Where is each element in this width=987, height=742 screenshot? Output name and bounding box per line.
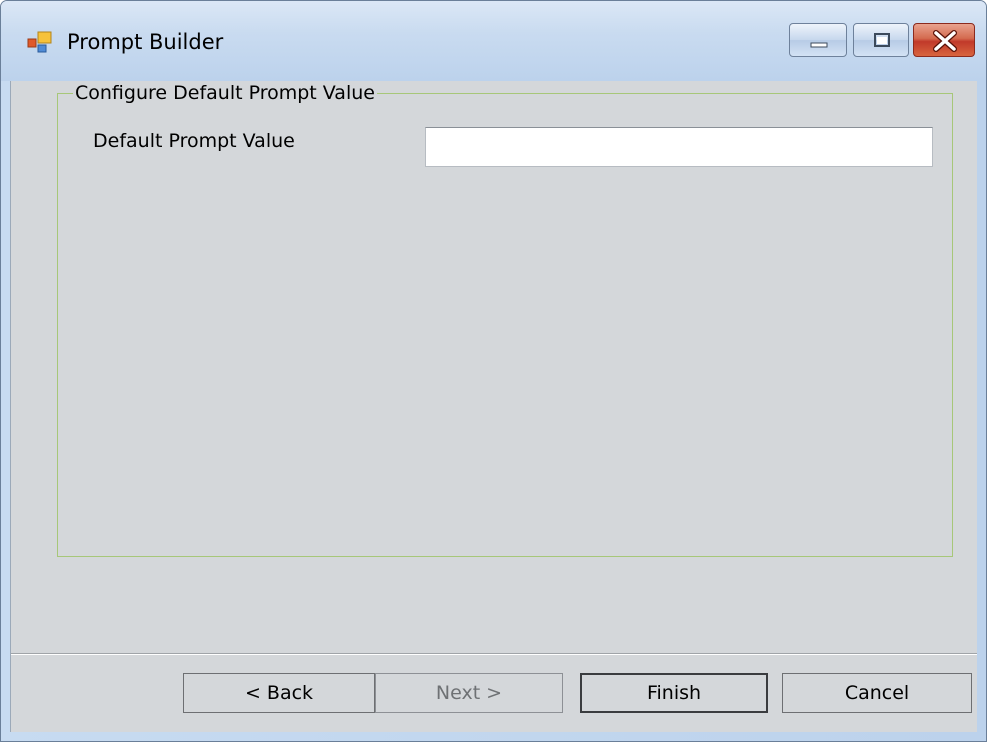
- groupbox-legend: Configure Default Prompt Value: [73, 81, 377, 105]
- app-icon: [27, 30, 53, 54]
- default-prompt-value-input[interactable]: [425, 127, 933, 167]
- cancel-button[interactable]: Cancel: [782, 673, 972, 713]
- finish-button[interactable]: Finish: [580, 673, 768, 713]
- button-separator: [11, 653, 977, 655]
- back-button[interactable]: < Back: [183, 673, 375, 713]
- close-icon: [933, 30, 957, 52]
- maximize-icon: [874, 33, 890, 47]
- prompt-builder-window: Prompt Builder Configure Default Prompt …: [0, 0, 987, 742]
- minimize-button[interactable]: [789, 23, 847, 57]
- close-button[interactable]: [913, 23, 975, 57]
- window-title: Prompt Builder: [67, 30, 224, 54]
- title-bar[interactable]: Prompt Builder: [1, 1, 986, 81]
- next-button[interactable]: Next >: [375, 673, 563, 713]
- default-prompt-value-label: Default Prompt Value: [93, 130, 295, 152]
- maximize-button[interactable]: [853, 23, 909, 57]
- minimize-icon: [810, 42, 828, 48]
- dialog-client-area: Configure Default Prompt Value Default P…: [10, 81, 977, 732]
